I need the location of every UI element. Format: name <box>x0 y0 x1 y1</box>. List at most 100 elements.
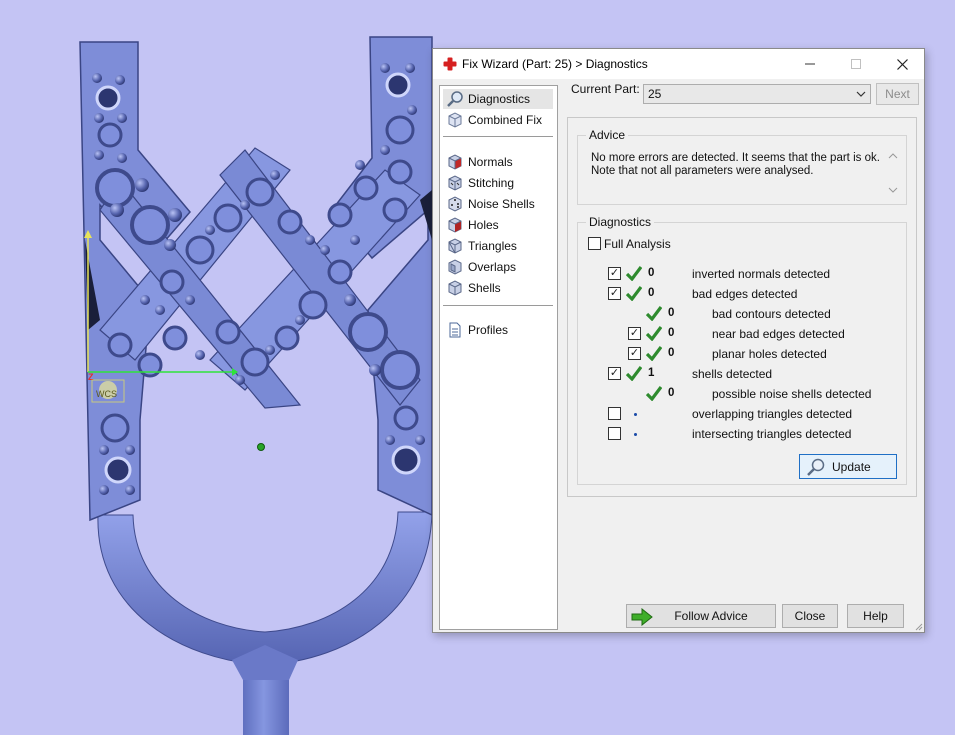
nav-item-diagnostics[interactable]: Diagnostics <box>443 89 553 109</box>
next-button[interactable]: Next <box>876 83 919 105</box>
chevron-down-icon <box>856 91 866 97</box>
nav-label: Stitching <box>468 176 515 190</box>
diagnostics-title: Diagnostics <box>586 215 655 229</box>
bad-edges-count: 0 <box>648 287 655 299</box>
update-button[interactable]: Update <box>799 454 897 479</box>
nav-item-overlaps[interactable]: Overlaps <box>443 257 553 277</box>
fix-wizard-dialog: Fix Wizard (Part: 25) > Diagnostics Diag… <box>432 48 925 633</box>
nav-label: Normals <box>468 155 513 169</box>
nav-item-shells[interactable]: Shells <box>443 278 553 298</box>
nav-label: Holes <box>468 218 499 232</box>
close-button[interactable]: Close <box>782 604 838 628</box>
inverted-normals-label: inverted normals detected <box>692 267 831 281</box>
follow-advice-label: Follow Advice <box>674 609 748 623</box>
bad-contours-count: 0 <box>668 307 675 319</box>
green-check-icon <box>626 366 642 381</box>
cube-hole-icon <box>448 217 462 233</box>
cube-triangle-icon <box>448 238 462 254</box>
advice-scrollbar[interactable] <box>886 150 900 198</box>
diagnostics-group: Diagnostics Full Analysis ✓ 0 inverted n… <box>577 215 907 485</box>
part-ring <box>97 511 433 666</box>
advice-line-1: No more errors are detected. It seems th… <box>591 152 880 164</box>
wcs-label: WCS <box>96 389 117 399</box>
shells-count: 1 <box>648 367 655 379</box>
update-label: Update <box>832 459 871 474</box>
minimize-icon <box>805 63 815 65</box>
bad-contours-label: bad contours detected <box>712 307 831 321</box>
nav-item-stitching[interactable]: Stitching <box>443 173 553 193</box>
nav-item-profiles[interactable]: Profiles <box>443 320 553 340</box>
full-analysis-checkbox[interactable] <box>588 237 601 250</box>
advice-text-box[interactable]: No more errors are detected. It seems th… <box>586 150 900 198</box>
inverted-normals-checkbox[interactable]: ✓ <box>608 267 621 280</box>
pending-dot-icon <box>634 413 637 416</box>
cube-red-face-icon <box>448 154 462 170</box>
current-part-select[interactable]: 25 <box>643 84 871 104</box>
nav-separator <box>443 136 553 137</box>
nav-item-normals[interactable]: Normals <box>443 152 553 172</box>
cube-stack-icon <box>448 112 462 128</box>
cube-overlap-icon <box>448 259 462 275</box>
overlapping-triangles-label: overlapping triangles detected <box>692 407 853 421</box>
nav-label: Profiles <box>468 323 509 337</box>
shells-checkbox[interactable]: ✓ <box>608 367 621 380</box>
close-icon <box>896 58 908 70</box>
planar-holes-label: planar holes detected <box>712 347 827 361</box>
green-check-icon <box>646 386 662 401</box>
follow-advice-button[interactable]: Follow Advice <box>626 604 776 628</box>
bad-edges-checkbox[interactable]: ✓ <box>608 287 621 300</box>
nav-item-triangles[interactable]: Triangles <box>443 236 553 256</box>
intersecting-triangles-checkbox[interactable] <box>608 427 621 440</box>
cube-stitch-icon <box>448 175 462 191</box>
dice-icon <box>448 196 462 212</box>
intersecting-triangles-label: intersecting triangles detected <box>692 427 852 441</box>
green-check-icon <box>646 326 662 341</box>
full-analysis-label: Full Analysis <box>604 237 671 251</box>
green-check-icon <box>626 286 642 301</box>
green-check-icon <box>646 306 662 321</box>
overlapping-triangles-checkbox[interactable] <box>608 407 621 420</box>
advice-title: Advice <box>586 128 629 142</box>
nav-item-noise-shells[interactable]: Noise Shells <box>443 194 553 214</box>
nav-item-holes[interactable]: Holes <box>443 215 553 235</box>
nav-label: Triangles <box>468 239 517 253</box>
scroll-up-icon[interactable] <box>888 152 898 160</box>
pending-dot-icon <box>634 433 637 436</box>
nav-separator <box>443 305 553 306</box>
fix-category-list: Diagnostics Combined Fix Normals Stitchi… <box>439 85 558 630</box>
minimize-button[interactable] <box>787 49 833 79</box>
green-check-icon <box>626 266 642 281</box>
magnifier-icon <box>807 458 825 476</box>
nav-label: Overlaps <box>468 260 517 274</box>
current-part-label: Current Part: <box>571 82 640 96</box>
current-part-value: 25 <box>648 87 662 101</box>
diagnostics-panel: Advice No more errors are detected. It s… <box>567 117 917 497</box>
window-close-button[interactable] <box>879 49 925 79</box>
dialog-title: Fix Wizard (Part: 25) > Diagnostics <box>462 57 648 71</box>
advice-group: Advice No more errors are detected. It s… <box>577 128 907 205</box>
noise-shells-count: 0 <box>668 387 675 399</box>
nav-label: Noise Shells <box>468 197 535 211</box>
maximize-icon <box>851 59 861 69</box>
help-button[interactable]: Help <box>847 604 904 628</box>
nav-label: Diagnostics <box>468 92 531 106</box>
planar-holes-count: 0 <box>668 347 675 359</box>
planar-holes-checkbox[interactable]: ✓ <box>628 347 641 360</box>
title-bar[interactable]: Fix Wizard (Part: 25) > Diagnostics <box>433 49 924 79</box>
near-bad-edges-checkbox[interactable]: ✓ <box>628 327 641 340</box>
advice-line-2: Note that not all parameters were analys… <box>591 165 814 177</box>
bad-edges-label: bad edges detected <box>692 287 798 301</box>
near-bad-edges-label: near bad edges detected <box>712 327 845 341</box>
green-arrow-right-icon <box>631 608 653 626</box>
scroll-down-icon[interactable] <box>888 186 898 194</box>
green-check-icon <box>646 346 662 361</box>
near-bad-edges-count: 0 <box>668 327 675 339</box>
dialog-body: Diagnostics Combined Fix Normals Stitchi… <box>433 79 924 632</box>
maximize-button[interactable] <box>833 49 879 79</box>
rotation-center-marker <box>257 443 265 451</box>
magnifier-icon <box>447 91 463 107</box>
resize-grip-icon[interactable] <box>913 621 923 631</box>
red-cross-icon <box>443 57 457 71</box>
nav-label: Shells <box>468 281 501 295</box>
nav-item-combined-fix[interactable]: Combined Fix <box>443 110 553 130</box>
